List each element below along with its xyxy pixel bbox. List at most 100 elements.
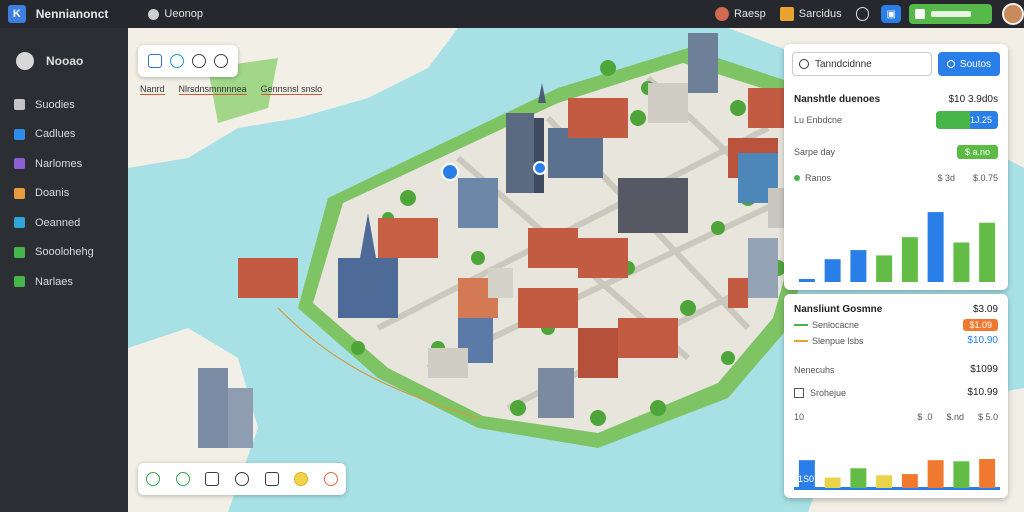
bolt-icon[interactable] xyxy=(294,472,309,486)
cost-row: Slenpue lsbs $10.90 xyxy=(784,335,1008,346)
sidebar: Nooao Suodies Cadlues Narlomes Doanis Oeanne… xyxy=(0,28,128,512)
cost-title-row: Nansliunt Gosmne $3.09 xyxy=(784,304,1008,315)
line-marker-icon xyxy=(794,324,808,326)
summary-title: Nanshtle duenoes xyxy=(794,94,881,105)
nav-item-ueonop[interactable]: Ueonop xyxy=(148,8,203,20)
toggle-knob xyxy=(936,111,970,129)
sidebar-item[interactable]: Cadlues xyxy=(0,120,128,150)
range-toggle[interactable]: 1J.25 xyxy=(936,111,998,129)
status-button[interactable] xyxy=(909,4,993,24)
cost-row-value: $1099 xyxy=(970,364,998,375)
chart1-legend-label: Ranos xyxy=(805,173,832,183)
chart2-labels: $ .0 $.nd $ 5.0 xyxy=(917,412,998,422)
sidebar-item[interactable]: Sooolohehg xyxy=(0,238,128,268)
share-button[interactable]: ▣ xyxy=(881,5,902,23)
sidebar-item-icon xyxy=(14,246,25,258)
tower-building xyxy=(688,33,718,93)
topbar-item-label: Sarcidus xyxy=(798,8,842,20)
sidebar-item[interactable]: Narlaes xyxy=(0,267,128,297)
chart-bar xyxy=(979,222,996,282)
sidebar-item-icon xyxy=(14,187,25,199)
chart2-label: $.nd xyxy=(946,412,964,422)
chart-bar xyxy=(979,459,996,488)
checkbox-icon[interactable] xyxy=(794,387,804,398)
people-icon[interactable] xyxy=(234,472,249,486)
document-icon[interactable] xyxy=(264,472,279,486)
cost-row: Srohejue $10.99 xyxy=(784,387,1008,398)
clock-icon[interactable] xyxy=(145,472,160,486)
target-icon[interactable] xyxy=(324,472,339,486)
chat-icon[interactable] xyxy=(192,54,206,68)
chart-bar xyxy=(927,212,944,282)
sidebar-item-icon xyxy=(14,158,25,170)
shield-icon xyxy=(946,60,955,68)
chart-bar xyxy=(850,250,867,282)
toggle-row-label: Lu Enbdcne xyxy=(794,115,843,125)
chart-bar xyxy=(850,468,867,488)
sidebar-item[interactable]: Oeanned xyxy=(0,208,128,238)
search-icon[interactable] xyxy=(855,7,870,21)
search-button[interactable]: Soutos xyxy=(938,52,1000,76)
cost-panel: Nansliunt Gosmne $3.09 Senlocacne $1.09 … xyxy=(784,294,1008,498)
chart2-label: $ 5.0 xyxy=(977,412,998,422)
legend-item: Gennsnsl snslo xyxy=(260,84,323,95)
star-icon xyxy=(779,7,794,21)
topbar-item-raesp[interactable]: Raesp xyxy=(714,7,766,21)
grid-icon[interactable] xyxy=(205,472,220,486)
topbar-item-label: Raesp xyxy=(733,8,766,20)
chart1-header: Ranos $ 3d $.0.75 xyxy=(784,173,1008,183)
sidebar-item[interactable]: Narlomes xyxy=(0,149,128,179)
chart-bar xyxy=(953,242,970,282)
chart-bar xyxy=(901,474,918,488)
avatar[interactable] xyxy=(1002,3,1024,25)
cost-row-value: $10.90 xyxy=(967,335,998,346)
check-icon xyxy=(915,9,926,19)
chart-bar xyxy=(901,237,918,282)
sidebar-item-icon xyxy=(14,276,25,288)
sidebar-item-label: Narlaes xyxy=(35,275,73,288)
chart-bar xyxy=(798,278,815,282)
day-row-label: Sarpe day xyxy=(794,147,836,157)
chart1-value-a: $ 3d xyxy=(937,173,955,183)
cost-row-value: $1.09 xyxy=(963,319,998,331)
bar-chart-1 xyxy=(798,212,996,282)
workspace-icon xyxy=(16,52,34,70)
day-badge: $ a.no xyxy=(956,145,998,159)
chart1-values: $ 3d $.0.75 xyxy=(937,173,998,183)
sidebar-item[interactable]: Doanis xyxy=(0,179,128,209)
more-icon[interactable] xyxy=(214,54,228,68)
chart-bar xyxy=(824,477,841,488)
search-placeholder: Tanndcidnne xyxy=(815,58,872,70)
sidebar-list: Suodies Cadlues Narlomes Doanis Oeanned Soool… xyxy=(0,90,128,297)
cost-title-value: $3.09 xyxy=(972,304,998,315)
search-button-label: Soutos xyxy=(959,58,992,70)
search-input[interactable]: Tanndcidnne xyxy=(792,52,932,76)
topbar-item-sarcidus[interactable]: Sarcidus xyxy=(779,7,842,21)
chart2-corner: 10 xyxy=(794,412,805,422)
tower-building xyxy=(198,368,228,448)
toggle-row: Lu Enbdcne 1J.25 xyxy=(784,111,1008,129)
map-legend: Nanrd Nlrsdnsmnnnnea Gennsnsl snslo xyxy=(140,84,323,95)
legend-item: Nanrd xyxy=(140,84,165,95)
cathedral-building xyxy=(338,258,398,318)
sidebar-item-label: Narlomes xyxy=(35,157,83,170)
cost-row-label: Slenpue lsbs xyxy=(812,335,864,346)
compass-icon[interactable] xyxy=(170,54,184,68)
sidebar-item[interactable]: Suodies xyxy=(0,90,128,120)
legend-dot-icon xyxy=(794,175,800,181)
cost-row-label-wrap: Slenpue lsbs xyxy=(794,336,864,346)
top-bar: K Nennianonct Ueonop Raesp Sarcidus ▣ xyxy=(0,0,1024,28)
cost-row-label: Nenecuhs xyxy=(794,364,835,375)
chart1-legend: Ranos xyxy=(794,173,831,183)
app-title: Nennianonct xyxy=(35,7,109,21)
summary-value: $10 3.9d0s xyxy=(948,94,999,105)
sidebar-item-icon xyxy=(14,99,25,111)
refresh-icon[interactable] xyxy=(175,472,190,486)
layers-icon[interactable] xyxy=(148,54,162,68)
sidebar-item-label: Oeanned xyxy=(35,216,81,229)
legend-item: Nlrsdnsmnnnnea xyxy=(178,84,247,95)
tower-building xyxy=(506,113,534,193)
chart2-footer-label: 1S0 xyxy=(798,474,815,484)
cost-title: Nansliunt Gosmne xyxy=(794,304,883,315)
sidebar-item-icon xyxy=(14,217,25,229)
